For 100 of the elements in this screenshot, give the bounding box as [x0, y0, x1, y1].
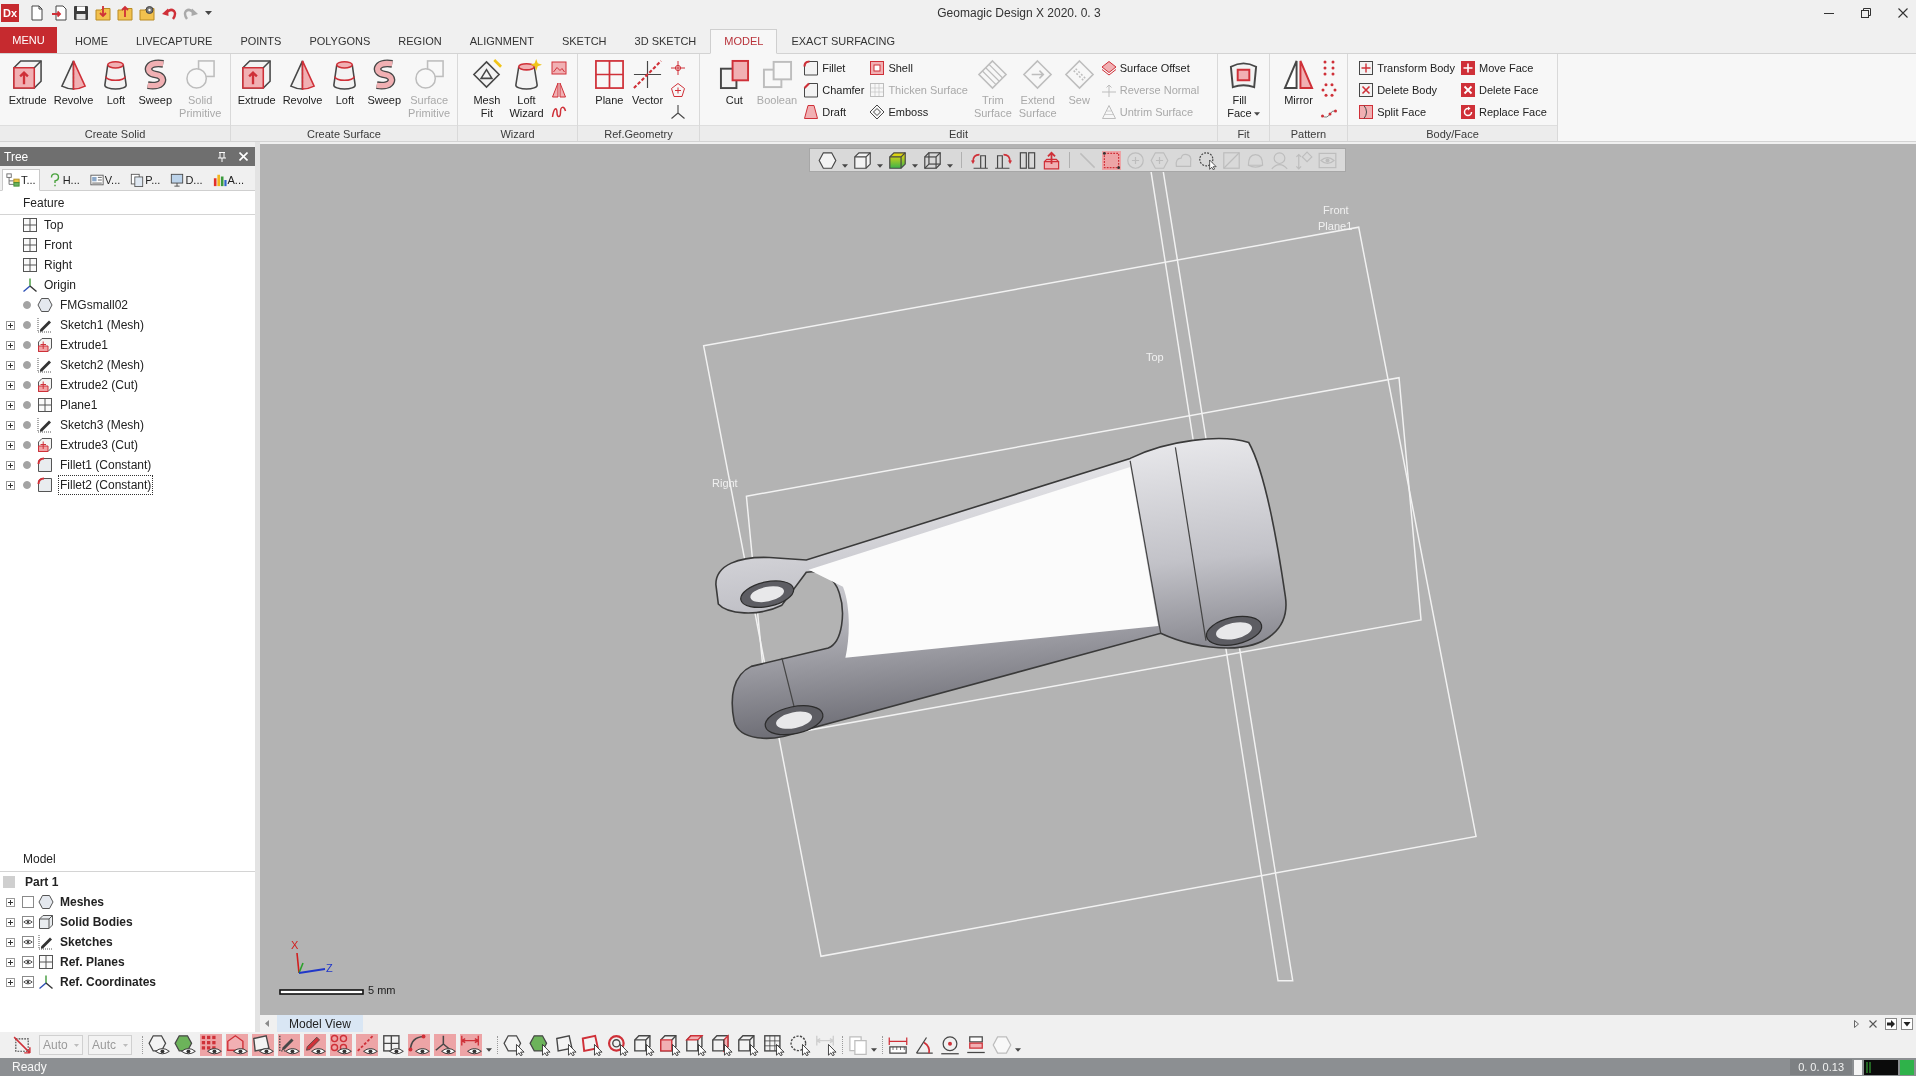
- panel-tab[interactable]: T...: [2, 169, 40, 191]
- pencil-eye-icon[interactable]: [278, 1034, 300, 1056]
- cube-cursor-icon[interactable]: [633, 1034, 655, 1056]
- ribbon-button[interactable]: Move Face: [1458, 57, 1549, 79]
- shaded-cube-icon[interactable]: [888, 150, 907, 170]
- dot-grid-eye-icon[interactable]: [200, 1034, 222, 1056]
- caret-down-icon[interactable]: [947, 164, 953, 168]
- eye-icon[interactable]: [22, 976, 34, 988]
- curve-eye-icon[interactable]: [408, 1034, 430, 1056]
- ribbon-button[interactable]: Shell: [867, 57, 970, 79]
- grid-cursor-icon[interactable]: [763, 1034, 785, 1056]
- tree-item-label[interactable]: Solid Bodies: [60, 913, 133, 931]
- ribbon-button[interactable]: Delete Body: [1356, 79, 1457, 101]
- panel-tab[interactable]: V...: [87, 169, 123, 191]
- wave-icon[interactable]: [550, 104, 567, 120]
- file-arrow-icon[interactable]: [51, 5, 67, 21]
- quad-eye-icon[interactable]: [252, 1034, 274, 1056]
- ribbon-button[interactable]: Mirror: [1280, 56, 1317, 108]
- caret-down-icon[interactable]: [912, 164, 918, 168]
- caret-down-icon[interactable]: [877, 164, 883, 168]
- quad-cursor-icon[interactable]: [555, 1034, 577, 1056]
- caret-down-icon[interactable]: [842, 164, 848, 168]
- caret-down-icon[interactable]: [486, 1048, 492, 1052]
- tree-item-label[interactable]: Sketches: [60, 933, 113, 951]
- caret-left-icon[interactable]: [265, 1020, 269, 1027]
- face-cube-cursor-icon[interactable]: [659, 1034, 681, 1056]
- ribbon-button[interactable]: Replace Face: [1458, 101, 1549, 123]
- cube-cursor-icon[interactable]: [737, 1034, 759, 1056]
- tree-item-label[interactable]: Sketch2 (Mesh): [58, 355, 147, 375]
- ribbon-tab[interactable]: SKETCH: [547, 29, 621, 54]
- hexagon-eye-icon[interactable]: [148, 1034, 170, 1056]
- panel-tab[interactable]: D...: [168, 169, 205, 191]
- view-tab[interactable]: Model View: [277, 1015, 363, 1032]
- ribbon-button[interactable]: Draft: [801, 101, 867, 123]
- dashed-circle-cursor-icon[interactable]: [789, 1034, 811, 1056]
- caret-down-icon[interactable]: [205, 11, 212, 15]
- ribbon-button[interactable]: Delete Face: [1458, 79, 1549, 101]
- shaded-hexagon-eye-icon[interactable]: [174, 1034, 196, 1056]
- ribbon-tab[interactable]: EXACT SURFACING: [777, 29, 910, 54]
- ribbon-tab[interactable]: POLYGONS: [295, 29, 385, 54]
- expand-icon[interactable]: [6, 917, 15, 927]
- caret-down-icon[interactable]: [871, 1048, 877, 1052]
- checkbox-icon[interactable]: [22, 896, 34, 908]
- expand-icon[interactable]: [6, 320, 15, 330]
- tree-item-label[interactable]: Part 1: [25, 873, 59, 891]
- axes-icon[interactable]: [670, 104, 687, 120]
- restore-icon[interactable]: [1861, 8, 1871, 18]
- crosshair-icon[interactable]: [670, 60, 687, 76]
- circle-target-icon[interactable]: [940, 1035, 960, 1055]
- ribbon-button[interactable]: Sweep: [364, 56, 405, 108]
- panel-tab[interactable]: H...: [45, 169, 82, 191]
- caret-right-icon[interactable]: [1854, 1019, 1859, 1028]
- square-arrow-icon[interactable]: [13, 1036, 31, 1054]
- mirrored-shapes-icon[interactable]: [550, 82, 567, 98]
- dashed-rectangle-icon[interactable]: [1102, 150, 1121, 170]
- minimize-icon[interactable]: [1824, 12, 1834, 14]
- tree-item-label[interactable]: Fillet1 (Constant): [58, 455, 154, 475]
- expand-icon[interactable]: [6, 340, 15, 350]
- tree-item-label[interactable]: FMGsmall02: [58, 295, 130, 315]
- expand-icon[interactable]: [6, 380, 15, 390]
- caret-down-icon[interactable]: [1901, 1017, 1913, 1030]
- top-cube-cursor-icon[interactable]: [685, 1034, 707, 1056]
- ribbon-button[interactable]: Vector: [628, 56, 667, 108]
- hexagon-icon[interactable]: [818, 150, 837, 170]
- hexagon-cursor-icon[interactable]: [503, 1034, 525, 1056]
- tree-item-label[interactable]: Ref. Planes: [60, 953, 125, 971]
- angle-arc-icon[interactable]: [914, 1035, 934, 1055]
- ribbon-tab[interactable]: POINTS: [226, 29, 296, 54]
- circles-eye-icon[interactable]: [330, 1034, 352, 1056]
- tree-item-label[interactable]: Origin: [42, 275, 78, 295]
- folder-gear-icon[interactable]: [139, 5, 155, 21]
- ribbon-button[interactable]: Fillet: [801, 57, 867, 79]
- dashed-line-eye-icon[interactable]: [356, 1034, 378, 1056]
- tree-item-label[interactable]: Fillet2 (Constant): [58, 475, 154, 495]
- ribbon-tab[interactable]: 3D SKETCH: [620, 29, 711, 54]
- tree-item-label[interactable]: Right: [42, 255, 74, 275]
- expand-icon[interactable]: [6, 897, 15, 907]
- ribbon-button[interactable]: Emboss: [867, 101, 970, 123]
- expand-icon[interactable]: [6, 480, 15, 490]
- box-arrow-up-icon[interactable]: [1042, 150, 1061, 170]
- tree-item-label[interactable]: Plane1: [58, 395, 100, 415]
- eye-icon[interactable]: [22, 956, 34, 968]
- folder-arrow-icon[interactable]: [117, 5, 133, 21]
- expand-icon[interactable]: [6, 957, 15, 967]
- expand-icon[interactable]: [6, 440, 15, 450]
- 3d-viewport[interactable]: Front Plane1 Top Right X Z 5 mm: [260, 144, 1916, 1015]
- tree-item-label[interactable]: Ref. Coordinates: [60, 973, 156, 991]
- shaded-hexagon-cursor-icon[interactable]: [529, 1034, 551, 1056]
- pen-eye-icon[interactable]: [304, 1034, 326, 1056]
- tree-item-label[interactable]: Sketch3 (Mesh): [58, 415, 147, 435]
- panel-tab[interactable]: A...: [210, 169, 247, 191]
- expand-icon[interactable]: [6, 977, 15, 987]
- dot-ring-icon[interactable]: [1321, 82, 1337, 98]
- folder-arrow-icon[interactable]: [95, 5, 111, 21]
- ribbon-tab[interactable]: MODEL: [710, 29, 778, 54]
- ribbon-tab[interactable]: LIVECAPTURE: [122, 29, 227, 54]
- menu-tab[interactable]: MENU: [0, 27, 57, 53]
- grid-square-eye-icon[interactable]: [382, 1034, 404, 1056]
- tree-item-label[interactable]: Extrude2 (Cut): [58, 375, 141, 395]
- house-shape-eye-icon[interactable]: [226, 1034, 248, 1056]
